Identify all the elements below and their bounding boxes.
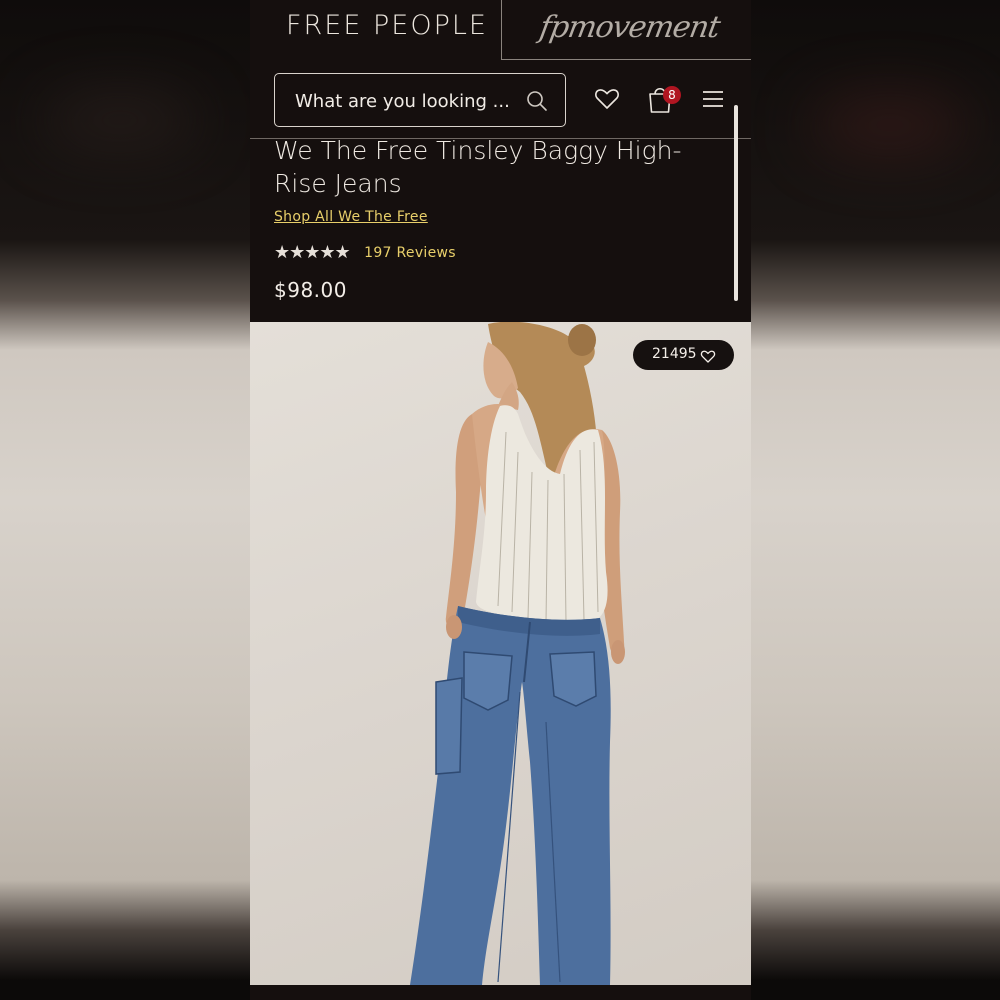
cart-count-badge: 8 xyxy=(663,86,681,104)
free-people-logo[interactable]: FREE PEOPLE xyxy=(286,10,488,41)
search-row: 8 xyxy=(250,73,751,129)
hamburger-menu-icon[interactable] xyxy=(701,88,725,110)
blurred-background-right xyxy=(750,0,1000,1000)
star-rating-icons: ★★★★★ xyxy=(274,242,351,262)
blurred-background-left xyxy=(0,0,250,1000)
likes-counter-button[interactable]: 21495 xyxy=(633,340,734,370)
fp-movement-logo: fpmovement xyxy=(536,10,723,45)
wishlist-heart-icon[interactable] xyxy=(593,85,621,113)
product-price: $98.00 xyxy=(274,278,347,302)
product-image[interactable]: 21495 xyxy=(250,322,751,985)
likes-count: 21495 xyxy=(652,346,697,362)
shop-all-link[interactable]: Shop All We The Free xyxy=(274,209,428,225)
product-title: We The Free Tinsley Baggy High-Rise Jean… xyxy=(274,136,682,198)
bottom-edge xyxy=(250,985,751,1000)
model-photo xyxy=(410,322,625,985)
search-icon[interactable] xyxy=(525,89,549,113)
search-input[interactable] xyxy=(293,87,517,115)
scrollbar[interactable] xyxy=(734,105,738,301)
reviews-link[interactable]: 197 Reviews xyxy=(364,245,456,261)
brand-header: FREE PEOPLE fpmovement xyxy=(250,0,751,61)
fp-movement-tab[interactable]: fpmovement xyxy=(501,0,751,60)
heart-icon xyxy=(700,350,716,363)
product-rating[interactable]: ★★★★★ 197 Reviews xyxy=(274,242,456,262)
mobile-viewport: FREE PEOPLE fpmovement 8 xyxy=(250,0,751,1000)
search-box[interactable] xyxy=(274,73,566,127)
shopping-bag-button[interactable]: 8 xyxy=(645,83,681,115)
